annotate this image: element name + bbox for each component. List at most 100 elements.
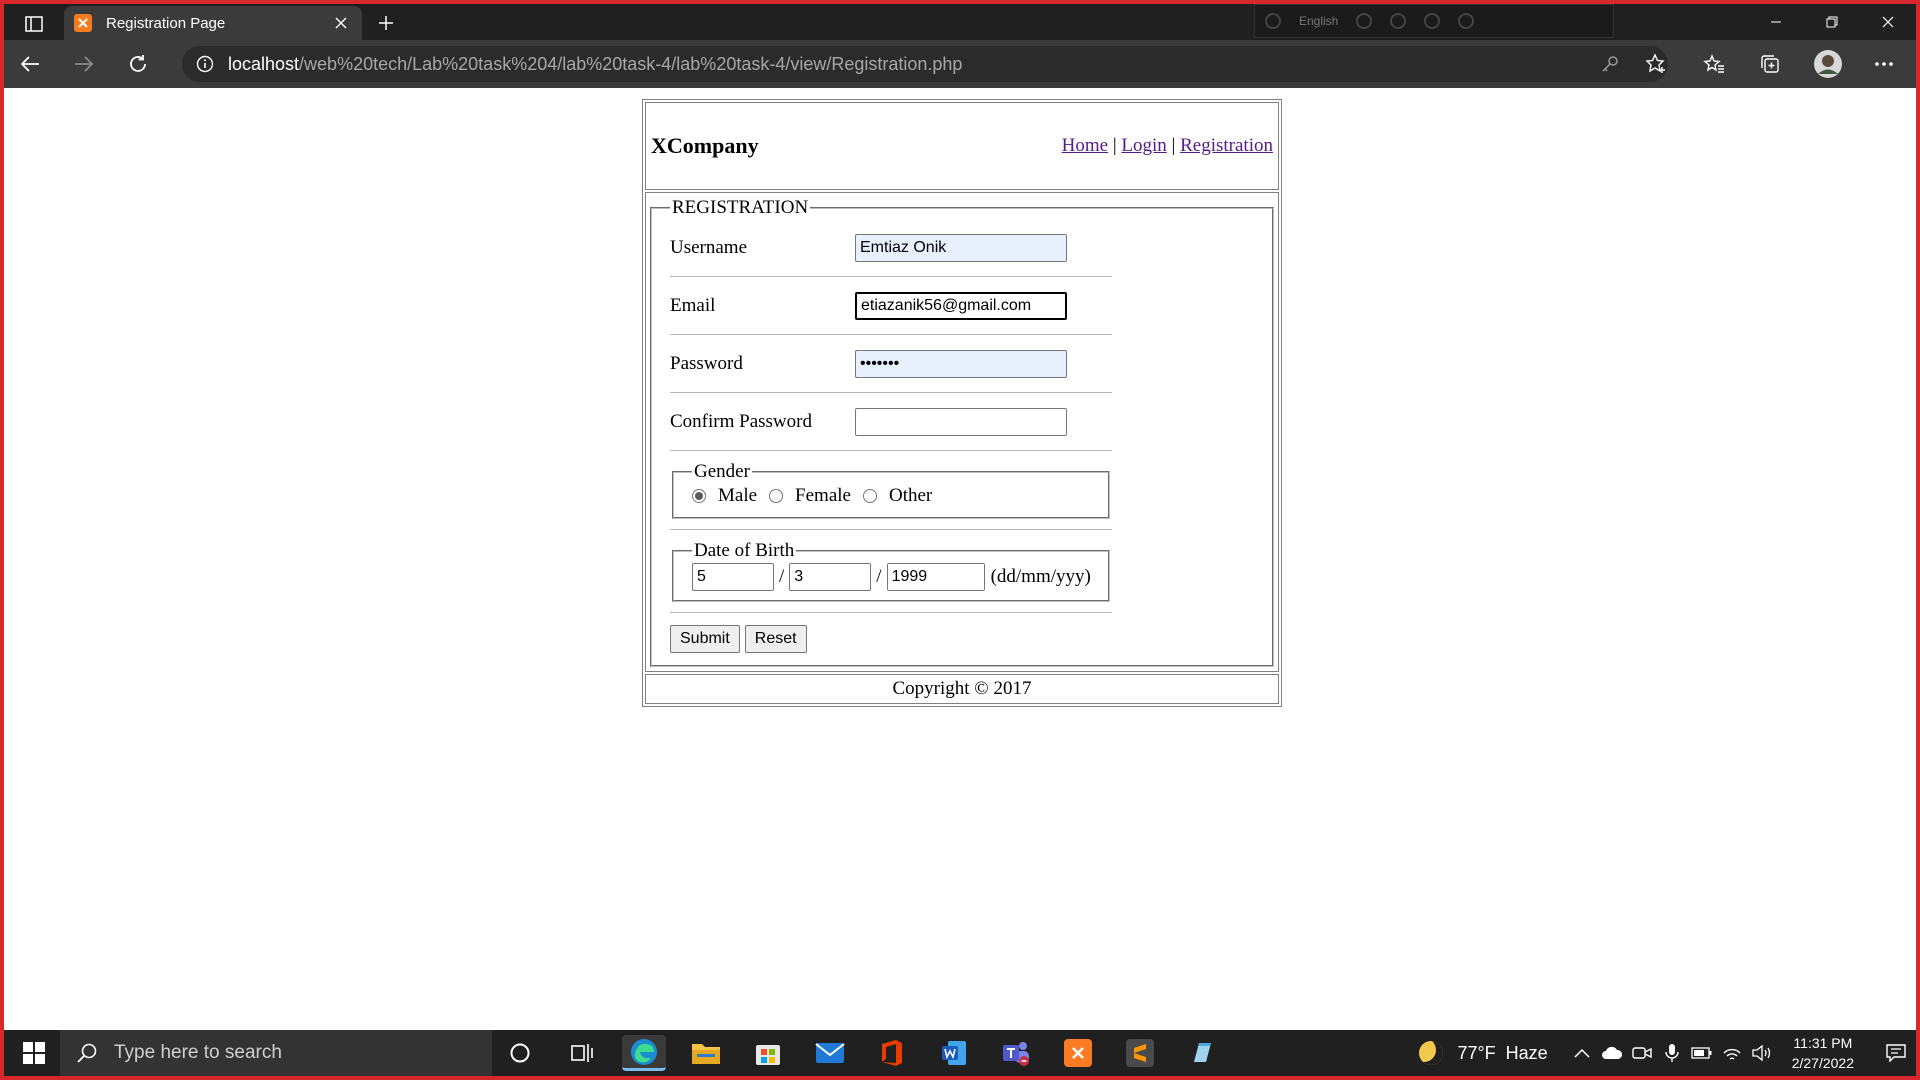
email-label: Email xyxy=(670,294,716,316)
dob-separator: / xyxy=(779,566,785,587)
copyright-text: Copyright © 2017 xyxy=(892,678,1032,699)
weather-widget[interactable]: 77°F Haze xyxy=(1419,1041,1548,1065)
ime-tool-icon[interactable] xyxy=(1356,13,1373,29)
ime-language[interactable]: English xyxy=(1299,14,1338,28)
email-row: Email xyxy=(670,277,1112,335)
xampp-icon[interactable] xyxy=(1056,1035,1100,1071)
dob-fieldset: Date of Birth / / (dd/mm/yyy) xyxy=(672,540,1110,602)
tab-title: Registration Page xyxy=(106,14,226,32)
nav-home-link[interactable]: Home xyxy=(1062,135,1108,156)
weather-temp: 77°F xyxy=(1457,1042,1496,1063)
address-bar[interactable]: localhost/web%20tech/Lab%20task%204/lab%… xyxy=(182,46,1668,82)
file-explorer-icon[interactable] xyxy=(684,1035,728,1071)
nav-login-link[interactable]: Login xyxy=(1121,135,1166,156)
favorites-icon[interactable] xyxy=(1696,48,1732,80)
minimize-icon[interactable] xyxy=(1748,4,1804,40)
collections-icon[interactable] xyxy=(1752,48,1788,80)
onedrive-cloud-icon[interactable] xyxy=(1600,1041,1624,1065)
task-view-icon[interactable] xyxy=(560,1035,604,1071)
notepad-icon[interactable] xyxy=(1180,1035,1224,1071)
ime-help-icon[interactable] xyxy=(1424,13,1441,29)
site-nav: Home | Login | Registration xyxy=(1062,135,1273,157)
xampp-favicon-icon xyxy=(74,14,92,32)
dob-legend: Date of Birth xyxy=(694,540,795,561)
other-label: Other xyxy=(888,485,933,506)
clock-date: 2/27/2022 xyxy=(1791,1055,1854,1071)
close-window-icon[interactable] xyxy=(1860,4,1916,40)
ime-settings-icon[interactable] xyxy=(1390,13,1407,29)
close-tab-icon[interactable] xyxy=(330,12,352,34)
site-header: XCompany Home | Login | Registration xyxy=(645,102,1279,190)
female-radio[interactable] xyxy=(769,489,784,503)
ime-info-icon[interactable] xyxy=(1458,13,1475,29)
microsoft-store-icon[interactable] xyxy=(746,1035,790,1071)
notification-center-icon[interactable] xyxy=(1876,1030,1916,1076)
gender-options: Male Female Other xyxy=(692,483,1094,509)
male-label: Male xyxy=(718,485,758,506)
chevron-up-icon[interactable] xyxy=(1570,1041,1594,1065)
password-key-icon[interactable] xyxy=(1592,48,1628,80)
dob-month-input[interactable] xyxy=(789,563,872,591)
profile-avatar[interactable] xyxy=(1810,48,1846,80)
browser-toolbar: localhost/web%20tech/Lab%20task%204/lab%… xyxy=(4,40,1916,88)
email-input[interactable] xyxy=(855,291,1067,320)
dob-row: Date of Birth / / (dd/mm/yyy) xyxy=(670,530,1112,613)
dob-day-input[interactable] xyxy=(692,563,774,591)
submit-button[interactable]: Submit xyxy=(670,625,740,653)
edge-app-icon[interactable] xyxy=(622,1035,666,1071)
ime-logo-icon xyxy=(1265,13,1281,29)
more-options-icon[interactable] xyxy=(1866,48,1902,80)
confirm-password-input[interactable] xyxy=(855,407,1067,436)
confirm-password-row: Confirm Password xyxy=(670,393,1112,451)
confirm-password-label: Confirm Password xyxy=(670,410,812,432)
volume-icon[interactable] xyxy=(1750,1041,1774,1065)
gender-legend: Gender xyxy=(694,461,750,482)
teams-icon[interactable] xyxy=(994,1035,1038,1071)
taskbar-clock[interactable]: 11:31 PM 2/27/2022 xyxy=(1792,1033,1854,1073)
password-input[interactable] xyxy=(855,349,1067,378)
new-tab-icon[interactable] xyxy=(370,8,402,38)
site-footer: Copyright © 2017 xyxy=(645,674,1279,704)
cortana-icon[interactable] xyxy=(498,1035,542,1071)
female-label: Female xyxy=(795,485,851,506)
restore-icon[interactable] xyxy=(1804,4,1860,40)
mail-icon[interactable] xyxy=(808,1035,852,1071)
tab-actions-icon[interactable] xyxy=(12,8,56,40)
search-icon xyxy=(76,1042,98,1064)
battery-icon[interactable] xyxy=(1690,1041,1714,1065)
window-controls xyxy=(1748,4,1916,40)
site-info-icon[interactable] xyxy=(196,55,214,73)
meet-now-icon[interactable] xyxy=(1630,1041,1654,1065)
microphone-icon[interactable] xyxy=(1660,1041,1684,1065)
office-icon[interactable] xyxy=(870,1035,914,1071)
windows-start-icon[interactable] xyxy=(12,1037,56,1069)
back-arrow-icon[interactable] xyxy=(12,48,48,80)
word-icon[interactable] xyxy=(932,1035,976,1071)
url-path: /web%20tech/Lab%20task%204/lab%20task-4/… xyxy=(299,53,963,74)
taskbar-search[interactable]: Type here to search xyxy=(60,1030,492,1076)
sublime-text-icon[interactable] xyxy=(1118,1035,1162,1071)
weather-condition: Haze xyxy=(1505,1042,1548,1063)
registration-fieldset: REGISTRATION Username Email Password Con… xyxy=(650,197,1274,667)
username-label: Username xyxy=(670,236,748,258)
browser-title-bar: Registration Page English xyxy=(4,4,1916,40)
nav-registration-link[interactable]: Registration xyxy=(1180,135,1273,156)
reset-button[interactable]: Reset xyxy=(744,625,807,653)
url-text[interactable]: localhost/web%20tech/Lab%20task%204/lab%… xyxy=(228,54,962,75)
forward-arrow-icon[interactable] xyxy=(66,48,102,80)
wifi-icon[interactable] xyxy=(1720,1041,1744,1065)
male-radio[interactable] xyxy=(692,489,706,503)
page-viewport: XCompany Home | Login | Registration REG… xyxy=(4,88,1916,1030)
dob-format-hint: (dd/mm/yyy) xyxy=(990,566,1091,587)
add-favorite-icon[interactable] xyxy=(1638,48,1674,80)
dob-year-input[interactable] xyxy=(886,563,985,591)
moon-weather-icon xyxy=(1419,1041,1444,1065)
password-label: Password xyxy=(670,352,743,374)
ime-language-bar: English xyxy=(1254,4,1614,38)
site-logo: XCompany xyxy=(651,133,759,158)
gender-row: Gender Male Female Other xyxy=(670,451,1112,530)
username-input[interactable] xyxy=(855,233,1067,262)
browser-tab[interactable]: Registration Page xyxy=(64,6,362,40)
other-radio[interactable] xyxy=(862,489,877,503)
refresh-icon[interactable] xyxy=(120,48,156,80)
